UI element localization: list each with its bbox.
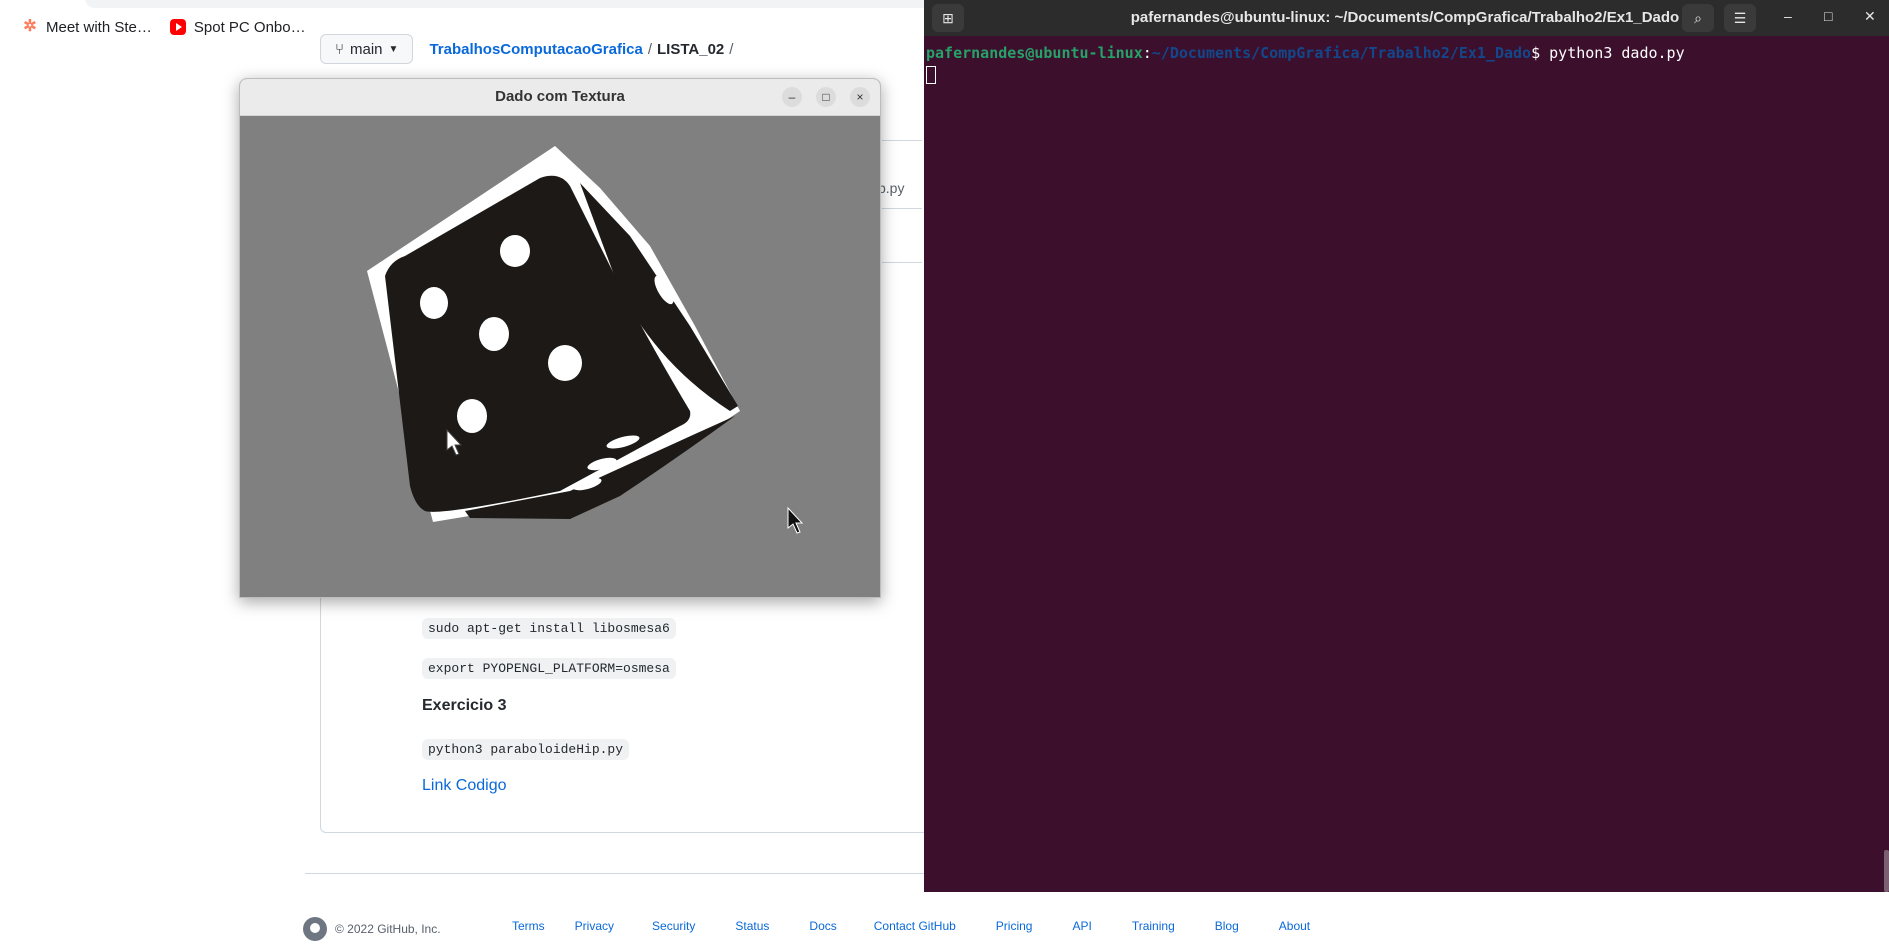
footer-link-training[interactable]: Training	[1132, 919, 1175, 933]
window-titlebar[interactable]: Dado com Textura – □ ×	[240, 79, 880, 116]
bookmark-label: Spot PC Onbo…	[193, 18, 306, 36]
youtube-icon	[169, 19, 186, 35]
menu-button[interactable]: ☰	[1724, 4, 1756, 32]
footer-link-contact[interactable]: Contact GitHub	[874, 919, 956, 933]
footer-link-blog[interactable]: Blog	[1215, 919, 1239, 933]
text-cursor	[926, 66, 936, 84]
folder-name[interactable]: LISTA_02	[657, 41, 724, 58]
search-button[interactable]: ⌕	[1682, 4, 1714, 32]
divider	[882, 208, 922, 209]
terminal-headerbar[interactable]: ⊞ pafernandes@ubuntu-linux: ~/Documents/…	[924, 0, 1889, 36]
readme-box	[320, 575, 942, 833]
footer-link-privacy[interactable]: Privacy	[575, 919, 614, 933]
dice-window: Dado com Textura – □ ×	[239, 78, 881, 598]
pip	[420, 287, 448, 319]
footer-link-terms[interactable]: Terms	[512, 919, 545, 933]
hubspot-icon: ✲	[23, 18, 37, 35]
branch-name: main	[350, 40, 383, 58]
prompt-user: pafernandes@ubuntu-linux	[926, 44, 1143, 62]
bookmark-meet[interactable]: ✲ Meet with Ste…	[22, 19, 152, 36]
github-logo-icon[interactable]	[303, 917, 327, 941]
branch-icon: ⑂	[335, 40, 345, 58]
footer-link-security[interactable]: Security	[652, 919, 695, 933]
minimize-button[interactable]: –	[782, 87, 802, 107]
mouse-pointer-icon	[787, 506, 804, 534]
prompt-separator: :	[1142, 44, 1152, 62]
link-codigo[interactable]: Link Codigo	[422, 777, 507, 795]
hamburger-menu-icon: ☰	[1733, 10, 1747, 26]
footer-copyright: © 2022 GitHub, Inc.	[303, 917, 441, 941]
divider	[882, 262, 922, 263]
footer-link-api[interactable]: API	[1072, 919, 1091, 933]
maximize-button[interactable]: □	[816, 87, 836, 107]
close-button[interactable]: ×	[850, 87, 870, 107]
footer-link-status[interactable]: Status	[735, 919, 769, 933]
footer-divider	[305, 873, 965, 874]
prompt-path: ~/Documents/CompGrafica/Trabalho2/Ex1_Da…	[1151, 44, 1532, 62]
dice-icon	[367, 146, 740, 522]
file-name-partial[interactable]: p.py	[878, 180, 904, 196]
minimize-button[interactable]: –	[1784, 8, 1792, 24]
path-separator: /	[729, 40, 734, 58]
opengl-canvas[interactable]	[240, 116, 880, 597]
divider	[882, 140, 922, 141]
prompt-symbol: $	[1531, 44, 1541, 62]
code-export-platform: export PYOPENGL_PLATFORM=osmesa	[422, 658, 676, 679]
footer-link-pricing[interactable]: Pricing	[996, 919, 1033, 933]
terminal-output[interactable]: pafernandes@ubuntu-linux:~/Documents/Com…	[926, 44, 1685, 84]
path-separator: /	[647, 40, 653, 58]
bookmark-label: Meet with Ste…	[46, 18, 152, 36]
code-run-paraboloide: python3 paraboloideHip.py	[422, 739, 630, 760]
pip	[457, 399, 487, 433]
footer-link-about[interactable]: About	[1279, 919, 1310, 933]
pip	[479, 317, 509, 351]
pip	[548, 345, 582, 381]
readme-heading: Exercicio 3	[422, 697, 507, 714]
code-install-osmesa: sudo apt-get install libosmesa6	[422, 618, 676, 639]
bookmarks-bar: ✲ Meet with Ste… Spot PC Onbo…	[0, 14, 324, 40]
branch-selector[interactable]: ⑂ main ▼	[320, 34, 414, 64]
terminal-scrollbar[interactable]	[1884, 850, 1889, 892]
chevron-down-icon: ▼	[388, 43, 399, 55]
maximize-button[interactable]: □	[1824, 8, 1832, 24]
close-button[interactable]: ✕	[1864, 8, 1876, 25]
bookmark-spot[interactable]: Spot PC Onbo…	[169, 18, 306, 36]
copyright-text: © 2022 GitHub, Inc.	[335, 922, 441, 936]
address-bar[interactable]	[85, 0, 985, 8]
repo-breadcrumb: ⑂ main ▼ TrabalhosComputacaoGrafica / LI…	[320, 34, 738, 64]
dice-render	[367, 146, 804, 534]
footer-link-docs[interactable]: Docs	[809, 919, 836, 933]
terminal-window: ⊞ pafernandes@ubuntu-linux: ~/Documents/…	[924, 0, 1889, 892]
pip	[500, 235, 530, 267]
repo-link[interactable]: TrabalhosComputacaoGrafica	[429, 41, 642, 58]
footer-links: Terms Privacy Security Status Docs Conta…	[512, 919, 1310, 933]
terminal-command: python3 dado.py	[1540, 44, 1685, 62]
search-icon: ⌕	[1694, 10, 1702, 26]
